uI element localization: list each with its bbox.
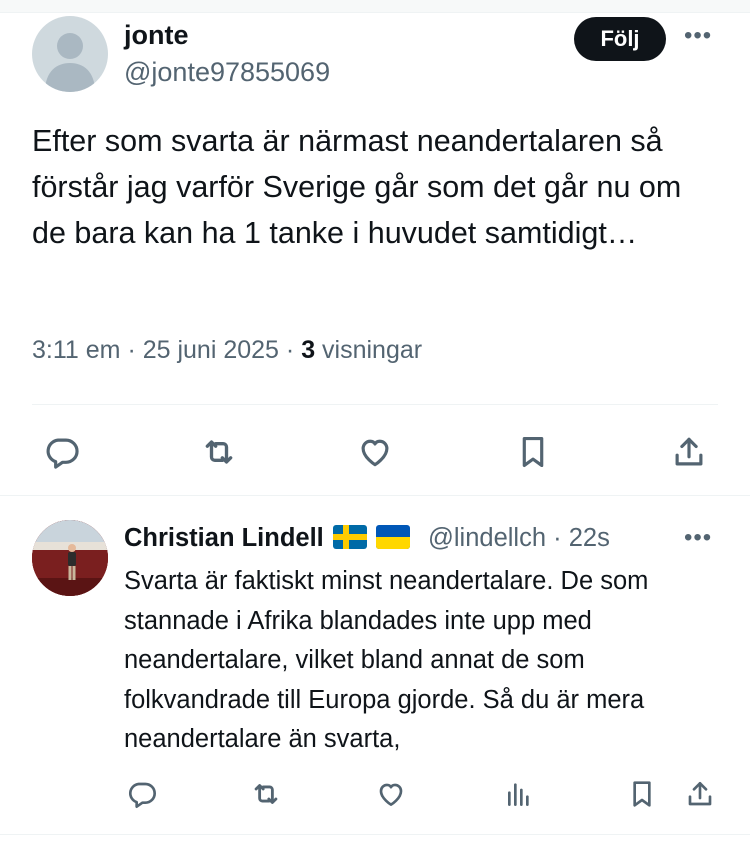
more-options-icon[interactable]: ••• <box>684 22 712 50</box>
share-button[interactable] <box>667 430 711 474</box>
divider <box>32 404 718 405</box>
ukraine-flag-icon <box>375 525 410 549</box>
bottom-divider <box>0 834 750 835</box>
speaker-photo <box>32 520 108 596</box>
sweden-flag-icon <box>332 525 367 549</box>
meta-separator: · <box>127 336 136 364</box>
tweet-text: Efter som svarta är närmast neandertalar… <box>32 124 682 250</box>
tweet-meta: 3:11 em · 25 juni 2025 · 3 visningar <box>32 336 422 365</box>
avatar[interactable] <box>32 16 108 92</box>
retweet-icon <box>205 440 233 464</box>
bookmark-icon <box>522 436 544 468</box>
reply-avatar[interactable] <box>32 520 108 596</box>
reply-icon <box>46 438 79 469</box>
reply-icon <box>129 782 156 808</box>
author-name[interactable]: jonte <box>124 20 189 51</box>
retweet-button[interactable] <box>197 430 241 474</box>
reply-button[interactable] <box>40 430 84 474</box>
retweet-icon <box>254 784 278 804</box>
views-label: visningar <box>322 336 423 364</box>
reply-text: Svarta är faktiskt minst neandertalare. … <box>124 567 649 753</box>
reply-meta: @lindellch · 22s <box>428 524 610 553</box>
like-button[interactable] <box>353 430 397 474</box>
default-avatar-icon <box>45 33 95 92</box>
share-icon <box>675 437 703 466</box>
author-handle[interactable]: @jonte97855069 <box>124 57 330 88</box>
meta-separator: · <box>285 336 295 364</box>
views-icon <box>508 783 529 806</box>
reply-author-name-text: Christian Lindell <box>124 524 324 552</box>
bookmark-icon <box>633 781 651 807</box>
follow-button[interactable]: Följ <box>574 17 666 61</box>
section-divider <box>0 495 750 496</box>
reply-bookmark-button[interactable] <box>624 776 660 812</box>
views-count: 3 <box>301 336 316 364</box>
tweet-time[interactable]: 3:11 em <box>32 336 120 364</box>
share-icon <box>688 782 712 806</box>
like-icon <box>361 439 389 467</box>
reply-share-button[interactable] <box>682 776 718 812</box>
reply-views-button[interactable] <box>500 776 536 812</box>
bookmark-button[interactable] <box>511 430 555 474</box>
reply-reply-button[interactable] <box>124 776 160 812</box>
reply-age[interactable]: 22s <box>569 524 610 552</box>
reply-more-options-icon[interactable]: ••• <box>684 524 712 552</box>
like-icon <box>379 783 403 806</box>
tweet-date[interactable]: 25 juni 2025 <box>143 336 279 364</box>
reply-author-handle[interactable]: @lindellch <box>428 524 546 552</box>
meta-separator: · <box>553 524 562 552</box>
top-divider <box>0 0 750 13</box>
reply-author-name[interactable]: Christian Lindell <box>124 524 410 553</box>
reply-retweet-button[interactable] <box>248 776 284 812</box>
reply-like-button[interactable] <box>373 776 409 812</box>
